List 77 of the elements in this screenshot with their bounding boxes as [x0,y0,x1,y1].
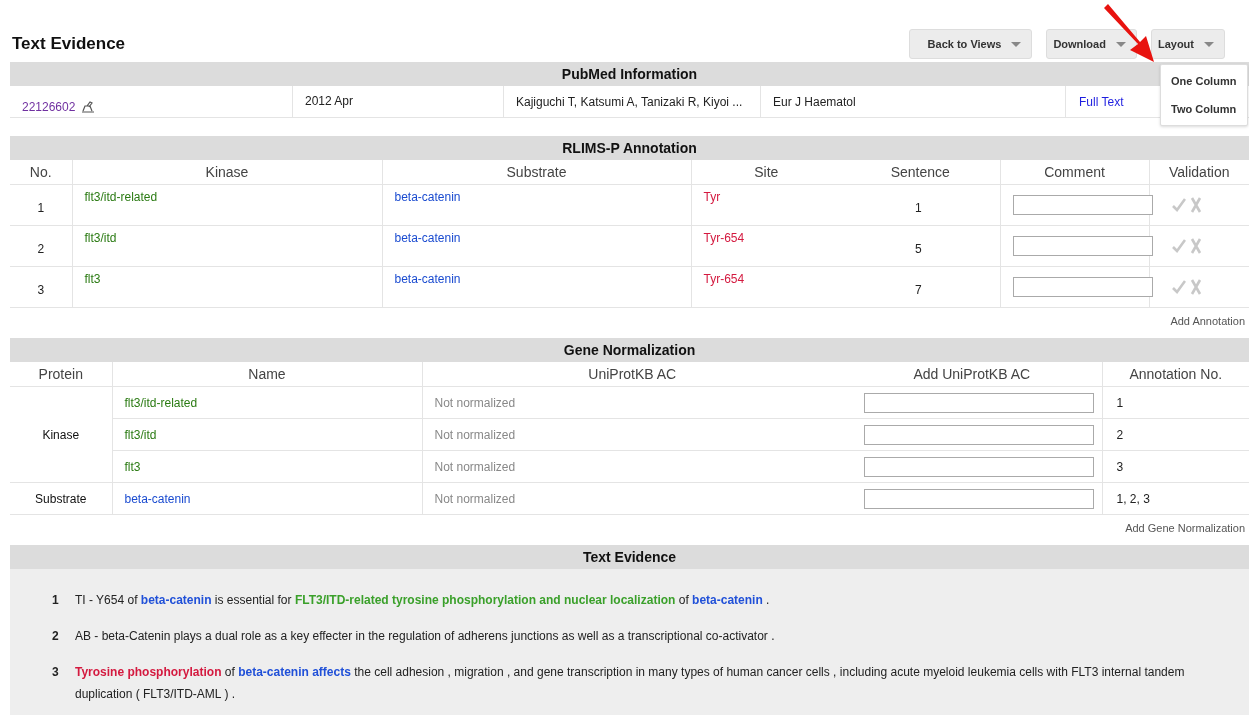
section-header: Text Evidence [10,545,1249,569]
table-cell: Tyr-654 [691,225,841,267]
table-cell: Tyr [691,184,841,226]
evidence-sentence: Tyrosine phosphorylation of beta-catenin affects the cell adhesion , migration , and gene transcription in many types of human cancer cells , including acute myeloid leukemia cells with FLT3 internal tandem duplication ( FLT3/ITD-AML ) . [75,664,1186,703]
toolbar-button[interactable]: Download [1046,29,1137,59]
sentence-number: 2 [52,628,60,645]
table-cell: Not normalized [422,482,842,515]
pmid-link[interactable]: 22126602 [22,99,76,114]
table-cell: flt3 [72,266,382,308]
evidence-sentence: AB - beta-Catenin plays a dual role as a key effecter in the regulation of adherens junctions as well as a transcriptional co-activator . [75,628,776,645]
cross-icon[interactable] [1189,197,1202,213]
column-header: No. [10,160,72,185]
page-title: Text Evidence [12,34,126,54]
table-cell: Not normalized [422,386,842,419]
table-cell: Not normalized [422,418,842,451]
table-cell: 1 [841,184,1000,226]
table-cell: 3 [1102,450,1249,483]
authors: Kajiguchi T, Katsumi A, Tanizaki R, Kiyoi ... [516,94,743,109]
uniprot-field[interactable] [863,424,1094,445]
column-header: Annotation No. [1102,362,1249,387]
table-cell: beta-catenin [382,225,691,267]
edit-icon[interactable] [81,100,96,113]
table-cell: beta-catenin [382,184,691,226]
table-cell: 1 [1102,386,1249,419]
table-cell: 2 [1102,418,1249,451]
column-header: Protein [10,362,112,387]
cross-icon[interactable] [1189,279,1202,295]
comment-field[interactable] [1012,236,1153,256]
table-cell: flt3/itd-related [112,386,422,419]
toolbar-button[interactable]: Back to Views [908,29,1033,59]
column-header: Comment [1000,160,1149,185]
table-cell: flt3 [112,450,422,483]
table-cell: Not normalized [422,450,842,483]
table-cell: Tyr-654 [691,266,841,308]
table-cell: Substrate [10,482,112,515]
table-cell: beta-catenin [112,482,422,515]
evidence-sentence: TI - Y654 of beta-catenin is essential for FLT3/ITD-related tyrosine phosphorylation and nuclear localization of beta-catenin . [75,592,771,609]
menu-item[interactable]: Two Column [1161,95,1247,123]
table-cell: Kinase [10,386,112,483]
menu-item[interactable]: One Column [1161,67,1247,95]
table-cell: beta-catenin [382,266,691,308]
comment-field[interactable] [1012,277,1153,297]
check-icon[interactable] [1171,239,1186,253]
uniprot-field[interactable] [863,456,1094,477]
column-header: Add UniProtKB AC [842,362,1102,387]
column-header: Name [112,362,422,387]
column-header: Sentence [841,160,1000,185]
publication-date: 2012 Apr [305,93,354,108]
table-cell: 5 [841,225,1000,267]
sentence-number: 1 [52,592,60,609]
toolbar-button[interactable]: Layout [1150,29,1225,59]
table-cell: flt3/itd-related [72,184,382,226]
add-annotation-link[interactable]: Add Annotation [1170,315,1245,327]
uniprot-field[interactable] [863,392,1094,413]
column-header: Site [691,160,841,185]
section-header: Gene Normalization [10,338,1249,362]
comment-field[interactable] [1012,195,1153,215]
cross-icon[interactable] [1189,238,1202,254]
uniprot-field[interactable] [863,488,1094,509]
table-cell: flt3/itd [72,225,382,267]
column-header: UniProtKB AC [422,362,842,387]
full-text-link[interactable]: Full Text [1079,94,1124,109]
table-cell: flt3/itd [112,418,422,451]
journal: Eur J Haematol [773,94,856,109]
section-header: RLIMS-P Annotation [10,136,1249,160]
column-header: Validation [1149,160,1249,185]
table-cell: 3 [10,266,72,308]
check-icon[interactable] [1171,280,1186,294]
table-cell: 2 [10,225,72,267]
table-cell: 1, 2, 3 [1102,482,1249,515]
sentence-number: 3 [52,664,60,681]
add-normalization-link[interactable]: Add Gene Normalization [1125,522,1245,534]
table-cell: 7 [841,266,1000,308]
column-header: Kinase [72,160,382,185]
table-cell: 1 [10,184,72,226]
column-header: Substrate [382,160,691,185]
check-icon[interactable] [1171,198,1186,212]
